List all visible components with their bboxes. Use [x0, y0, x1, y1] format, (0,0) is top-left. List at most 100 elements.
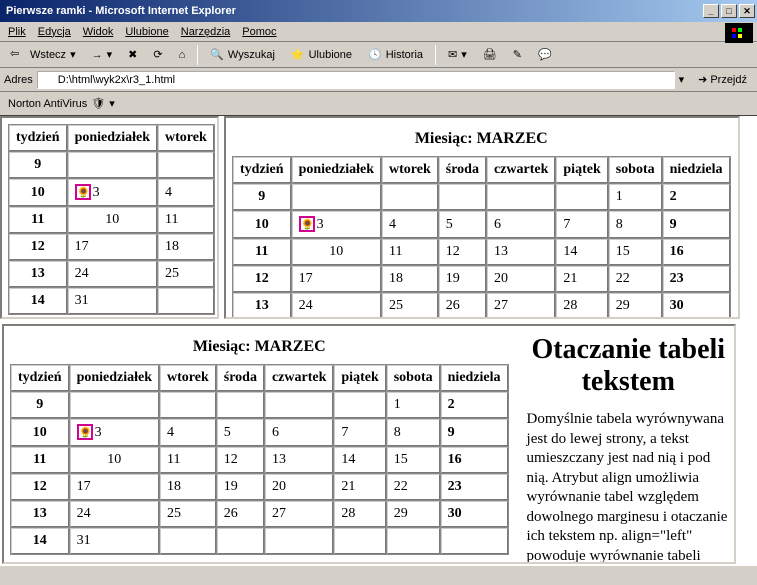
menu-view[interactable]: Widok [83, 26, 114, 38]
norton-button[interactable]: Norton AntiVirus 🛡 ▾ [4, 95, 119, 112]
discuss-icon: 💬 [538, 48, 552, 61]
home-button[interactable]: ⌂ [173, 47, 192, 63]
month-title: Miesiąc: MARZEC [8, 338, 511, 356]
search-icon: 🔍 [210, 48, 224, 61]
address-dropdown[interactable]: ▾ [679, 73, 685, 86]
discuss-button[interactable]: 💬 [532, 46, 558, 63]
status-bar [0, 565, 757, 585]
close-button[interactable]: ✕ [739, 4, 755, 18]
mail-button[interactable]: ✉▾ [442, 46, 473, 63]
go-icon: ➜ [698, 73, 707, 86]
day-cell: 17 [70, 474, 159, 500]
table-row: 111011 [9, 207, 214, 233]
address-input[interactable] [37, 71, 675, 89]
day-cell [217, 528, 264, 554]
day-cell: 10 [68, 207, 157, 233]
cal-header: sobota [387, 365, 440, 391]
day-cell: 25 [158, 261, 214, 287]
week-cell: 13 [233, 293, 291, 319]
day-cell: 19 [217, 474, 264, 500]
history-button[interactable]: 🕓Historia [362, 46, 429, 63]
day-cell: 22 [609, 266, 662, 292]
favorites-button[interactable]: ⭐Ulubione [285, 46, 358, 63]
frame-bottom[interactable]: Miesiąc: MARZEC tydzieńponiedziałekwtore… [2, 324, 736, 564]
day-cell [487, 184, 555, 210]
frameset: tydzieńponiedziałekwtorek910🌻34111011121… [0, 116, 757, 565]
day-cell: 16 [441, 447, 508, 473]
day-cell: 8 [609, 211, 662, 238]
week-cell: 12 [233, 266, 291, 292]
week-cell: 14 [11, 528, 69, 554]
day-cell: 27 [487, 293, 555, 319]
table-row: 1217181920212223 [233, 266, 730, 292]
cal-header: środa [439, 157, 486, 183]
cal-header: poniedziałek [70, 365, 159, 391]
week-cell: 13 [9, 261, 67, 287]
day-cell: 29 [387, 501, 440, 527]
print-button[interactable]: 🖨 [477, 46, 503, 63]
refresh-button[interactable]: ⟳ [147, 46, 168, 63]
week-cell: 12 [9, 234, 67, 260]
address-bar: Adres ▾ ➜Przejdź [0, 68, 757, 92]
week-cell: 14 [9, 288, 67, 314]
search-button[interactable]: 🔍Wyszukaj [204, 46, 281, 63]
day-cell: 28 [556, 293, 607, 319]
day-cell: 8 [387, 419, 440, 446]
flower-icon: 🌻 [75, 184, 91, 200]
forward-button[interactable]: → ▾ [86, 46, 119, 63]
cal-header: wtorek [382, 157, 438, 183]
day-cell [160, 528, 216, 554]
day-cell: 16 [663, 239, 730, 265]
frame-top-right[interactable]: Miesiąc: MARZEC tydzieńponiedziałekwtore… [224, 116, 740, 319]
cal-header: poniedziałek [292, 157, 381, 183]
minimize-button[interactable]: _ [703, 4, 719, 18]
day-cell [556, 184, 607, 210]
cal-header: tydzień [9, 125, 67, 151]
day-cell: 31 [68, 288, 157, 314]
day-cell: 26 [439, 293, 486, 319]
day-cell: 19 [439, 266, 486, 292]
day-cell: 27 [265, 501, 333, 527]
day-cell: 20 [265, 474, 333, 500]
day-cell [387, 528, 440, 554]
day-cell: 24 [70, 501, 159, 527]
menu-edit[interactable]: Edycja [38, 26, 71, 38]
day-cell: 28 [334, 501, 385, 527]
table-row: 1110111213141516 [11, 447, 508, 473]
menu-help[interactable]: Pomoc [242, 26, 276, 38]
cal-header: sobota [609, 157, 662, 183]
menu-tools[interactable]: Narzędzia [181, 26, 231, 38]
day-cell: 7 [556, 211, 607, 238]
forward-arrow-icon: → [92, 49, 103, 61]
flower-icon: 🌻 [299, 216, 315, 232]
stop-button[interactable]: ✖ [122, 46, 143, 63]
menu-file[interactable]: Plik [8, 26, 26, 38]
day-cell: 14 [556, 239, 607, 265]
day-cell [441, 528, 508, 554]
day-cell: 20 [487, 266, 555, 292]
go-button[interactable]: ➜Przejdź [692, 71, 753, 88]
mail-icon: ✉ [448, 48, 457, 61]
norton-icon: 🛡 [91, 97, 105, 110]
cal-header: niedziela [441, 365, 508, 391]
day-cell: 17 [68, 234, 157, 260]
day-cell: 12 [217, 447, 264, 473]
day-cell: 2 [441, 392, 508, 418]
day-cell: 18 [160, 474, 216, 500]
day-cell [382, 184, 438, 210]
day-cell: 26 [217, 501, 264, 527]
cal-header: niedziela [663, 157, 730, 183]
edit-button[interactable]: ✎ [507, 46, 528, 63]
day-cell [292, 184, 381, 210]
maximize-button[interactable]: □ [721, 4, 737, 18]
cal-header: środa [217, 365, 264, 391]
back-button[interactable]: ⇦Wstecz ▾ [4, 45, 82, 65]
star-icon: ⭐ [291, 48, 305, 61]
menu-favorites[interactable]: Ulubione [125, 26, 168, 38]
day-cell: 18 [382, 266, 438, 292]
para: Domyślnie tabela wyrównywana jest do lew… [527, 410, 730, 564]
frame-top-left[interactable]: tydzieńponiedziałekwtorek910🌻34111011121… [0, 116, 219, 319]
day-cell: 11 [158, 207, 214, 233]
day-cell [439, 184, 486, 210]
cal-header: poniedziałek [68, 125, 157, 151]
